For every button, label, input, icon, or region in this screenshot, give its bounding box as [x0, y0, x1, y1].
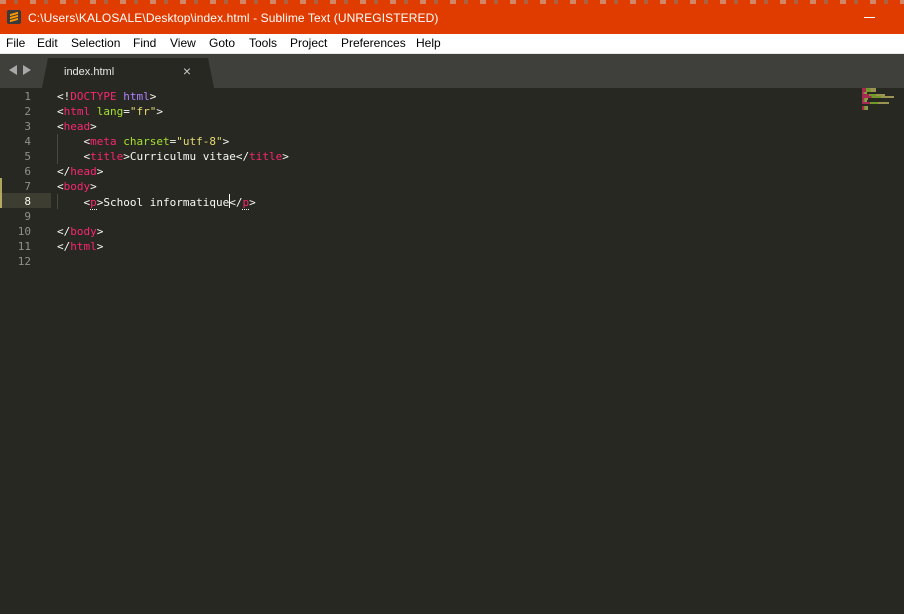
menu-goto[interactable]: Goto	[209, 36, 235, 50]
line-number: 3	[24, 120, 31, 133]
code-line[interactable]: 1 <!DOCTYPE html>	[0, 89, 860, 104]
menu-selection[interactable]: Selection	[71, 36, 120, 50]
close-icon[interactable]: ×	[180, 64, 194, 78]
line-number: 11	[17, 240, 31, 253]
line-number: 6	[24, 165, 31, 178]
minimize-icon[interactable]	[864, 8, 876, 22]
menu-tools[interactable]: Tools	[249, 36, 277, 50]
title-bar[interactable]: C:\Users\KALOSALE\Desktop\index.html - S…	[0, 0, 904, 34]
line-number: 2	[24, 105, 31, 118]
code-line[interactable]: 6 </head>	[0, 164, 860, 179]
line-number: 1	[24, 90, 31, 103]
code-text: <meta charset="utf-8">	[57, 135, 230, 148]
code-text: </body>	[57, 225, 104, 238]
menu-view[interactable]: View	[170, 36, 196, 50]
code-line[interactable]: 8 <p>School informatique</p>	[0, 194, 860, 210]
code-text: <head>	[57, 120, 97, 133]
code-line[interactable]: 10 </body>	[0, 224, 860, 239]
code-text: <!DOCTYPE html>	[57, 90, 157, 103]
line-number: 10	[17, 225, 31, 238]
minimap-line	[862, 108, 869, 110]
tab-nav-left-icon[interactable]	[9, 65, 17, 75]
sublime-text-icon[interactable]	[7, 10, 21, 24]
tab-bar: index.html ×	[0, 54, 904, 88]
menu-bar: File Edit Selection Find View Goto Tools Projec…	[0, 34, 904, 54]
code-line[interactable]: 7 <body>	[0, 179, 860, 194]
tab-nav-right-icon[interactable]	[23, 65, 31, 75]
code-text: <body>	[57, 180, 97, 193]
line-number: 9	[24, 210, 31, 223]
code-text: </head>	[57, 165, 104, 178]
title-bar-decoration	[0, 0, 904, 4]
code-text: <title>Curriculmu vitae</title>	[57, 150, 289, 163]
tab-label: index.html	[64, 66, 115, 78]
menu-project[interactable]: Project	[290, 36, 327, 50]
menu-file[interactable]: File	[6, 36, 25, 50]
tab-index-html[interactable]: index.html ×	[42, 58, 214, 88]
code-editor[interactable]: 1 <!DOCTYPE html> 2 <html lang="fr"> 3 <head>…	[0, 88, 904, 614]
line-number: 4	[24, 135, 31, 148]
menu-find[interactable]: Find	[133, 36, 156, 50]
code-line[interactable]: 5 <title>Curriculmu vitae</title>	[0, 149, 860, 164]
line-number: 5	[24, 150, 31, 163]
line-number: 7	[24, 180, 31, 193]
code-line[interactable]: 12	[0, 254, 860, 269]
code-text: <html lang="fr">	[57, 105, 163, 118]
code-text: <p>School informatique</p>	[57, 194, 256, 210]
code-line[interactable]: 11 </html>	[0, 239, 860, 254]
code-line[interactable]: 3 <head>	[0, 119, 860, 134]
menu-help[interactable]: Help	[416, 36, 441, 50]
code-text: </html>	[57, 240, 104, 253]
menu-preferences[interactable]: Preferences	[341, 36, 406, 50]
code-line[interactable]: 9	[0, 209, 860, 224]
window-title: C:\Users\KALOSALE\Desktop\index.html - S…	[28, 11, 439, 25]
line-number: 8	[24, 195, 31, 208]
code-line[interactable]: 2 <html lang="fr">	[0, 104, 860, 119]
minimap[interactable]	[862, 88, 898, 128]
minimap-line	[862, 102, 889, 104]
code-line[interactable]: 4 <meta charset="utf-8">	[0, 134, 860, 149]
menu-edit[interactable]: Edit	[37, 36, 58, 50]
line-number: 12	[17, 255, 31, 268]
